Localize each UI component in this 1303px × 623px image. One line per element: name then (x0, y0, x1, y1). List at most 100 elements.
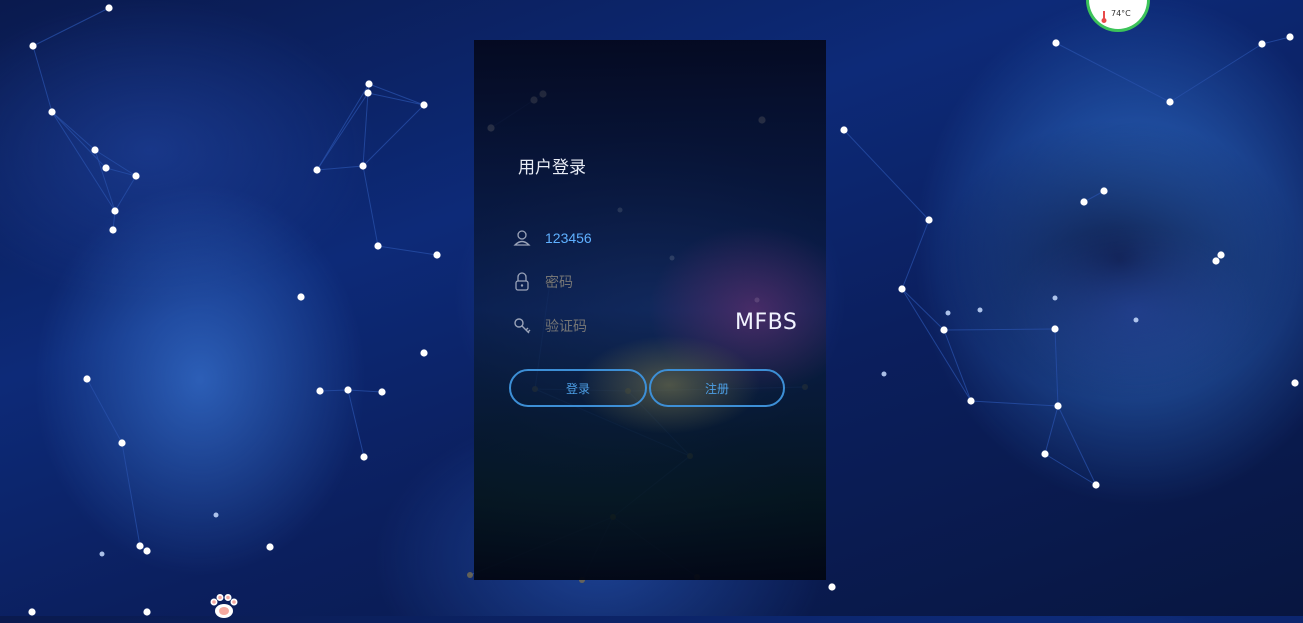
constellation-star (1291, 379, 1299, 387)
constellation-link (843, 129, 930, 221)
constellation-link (347, 389, 365, 458)
constellation-star (940, 326, 948, 334)
constellation-star (1212, 257, 1220, 265)
constellation-star (316, 387, 324, 395)
constellation-link (316, 165, 364, 171)
constellation-star (1051, 325, 1059, 333)
constellation-star (1054, 402, 1062, 410)
constellation-link (901, 219, 930, 290)
constellation-star (83, 375, 91, 383)
lock-icon (512, 271, 532, 293)
constellation-link (1055, 42, 1171, 103)
background-star (1052, 295, 1058, 301)
constellation-star (898, 285, 906, 293)
username-input[interactable] (545, 230, 695, 246)
register-button[interactable]: 注册 (649, 369, 785, 407)
constellation-star (344, 386, 352, 394)
constellation-star (1092, 481, 1100, 489)
constellation-star (378, 388, 386, 396)
thermometer-icon (1101, 8, 1107, 27)
constellation-star (105, 4, 113, 12)
background-star (977, 307, 983, 313)
background-star (1133, 317, 1139, 323)
constellation-link (32, 7, 110, 47)
constellation-star (967, 397, 975, 405)
login-button[interactable]: 登录 (509, 369, 647, 407)
constellation-star (420, 349, 428, 357)
constellation-star (359, 162, 367, 170)
password-row (512, 269, 695, 295)
constellation-star (1258, 40, 1266, 48)
constellation-star (266, 543, 274, 551)
constellation-star (111, 207, 119, 215)
constellation-star (467, 572, 473, 578)
constellation-star (1100, 187, 1108, 195)
constellation-star (28, 608, 36, 616)
constellation-link (970, 400, 1059, 407)
constellation-link (943, 329, 972, 402)
user-icon (512, 227, 532, 249)
constellation-star (118, 439, 126, 447)
constellation-star (1041, 450, 1049, 458)
constellation-link (316, 83, 370, 171)
constellation-star (143, 547, 151, 555)
constellation-star (840, 126, 848, 134)
captcha-image[interactable]: MFBS (735, 310, 797, 335)
constellation-link (901, 288, 972, 402)
constellation-star (109, 226, 117, 234)
constellation-star (420, 101, 428, 109)
cat-paw-icon[interactable] (208, 593, 240, 623)
constellation-star (29, 42, 37, 50)
constellation-star (136, 542, 144, 550)
constellation-star (374, 242, 382, 250)
constellation-link (1054, 328, 1059, 407)
constellation-star (1052, 39, 1060, 47)
key-icon (512, 315, 532, 337)
constellation-star (1217, 251, 1225, 259)
background-star (213, 512, 219, 518)
constellation-star (828, 583, 836, 591)
constellation-star (925, 216, 933, 224)
captcha-input[interactable] (545, 318, 695, 334)
constellation-link (316, 92, 369, 171)
constellation-star (91, 146, 99, 154)
constellation-link (51, 111, 116, 212)
login-panel: 用户登录 MFBS 登录 注册 (474, 40, 826, 580)
constellation-link (362, 165, 379, 247)
username-row (512, 225, 695, 251)
panel-title: 用户登录 (518, 158, 586, 178)
constellation-link (114, 175, 137, 212)
constellation-star (364, 89, 372, 97)
constellation-link (1261, 36, 1291, 45)
password-input[interactable] (545, 274, 695, 290)
constellation-link (1169, 43, 1263, 103)
constellation-link (943, 328, 1056, 331)
constellation-star (1166, 98, 1174, 106)
constellation-star (1286, 33, 1294, 41)
constellation-star (1080, 198, 1088, 206)
background-star (99, 551, 105, 557)
temperature-readout: 74°C (1111, 9, 1131, 18)
constellation-link (94, 149, 116, 212)
constellation-link (377, 245, 438, 256)
constellation-link (347, 389, 383, 393)
constellation-link (32, 45, 53, 113)
constellation-star (143, 608, 151, 616)
constellation-star (102, 164, 110, 172)
constellation-link (319, 389, 349, 392)
captcha-row (512, 313, 695, 339)
constellation-star (132, 172, 140, 180)
background-star (881, 371, 887, 377)
constellation-star (297, 293, 305, 301)
constellation-link (362, 92, 369, 167)
constellation-star (48, 108, 56, 116)
constellation-star (433, 251, 441, 259)
constellation-link (121, 442, 141, 547)
constellation-link (362, 104, 425, 167)
constellation-link (51, 111, 96, 151)
constellation-star (365, 80, 373, 88)
constellation-link (1044, 405, 1059, 455)
constellation-link (105, 167, 137, 177)
background-star (945, 310, 951, 316)
constellation-star (313, 166, 321, 174)
